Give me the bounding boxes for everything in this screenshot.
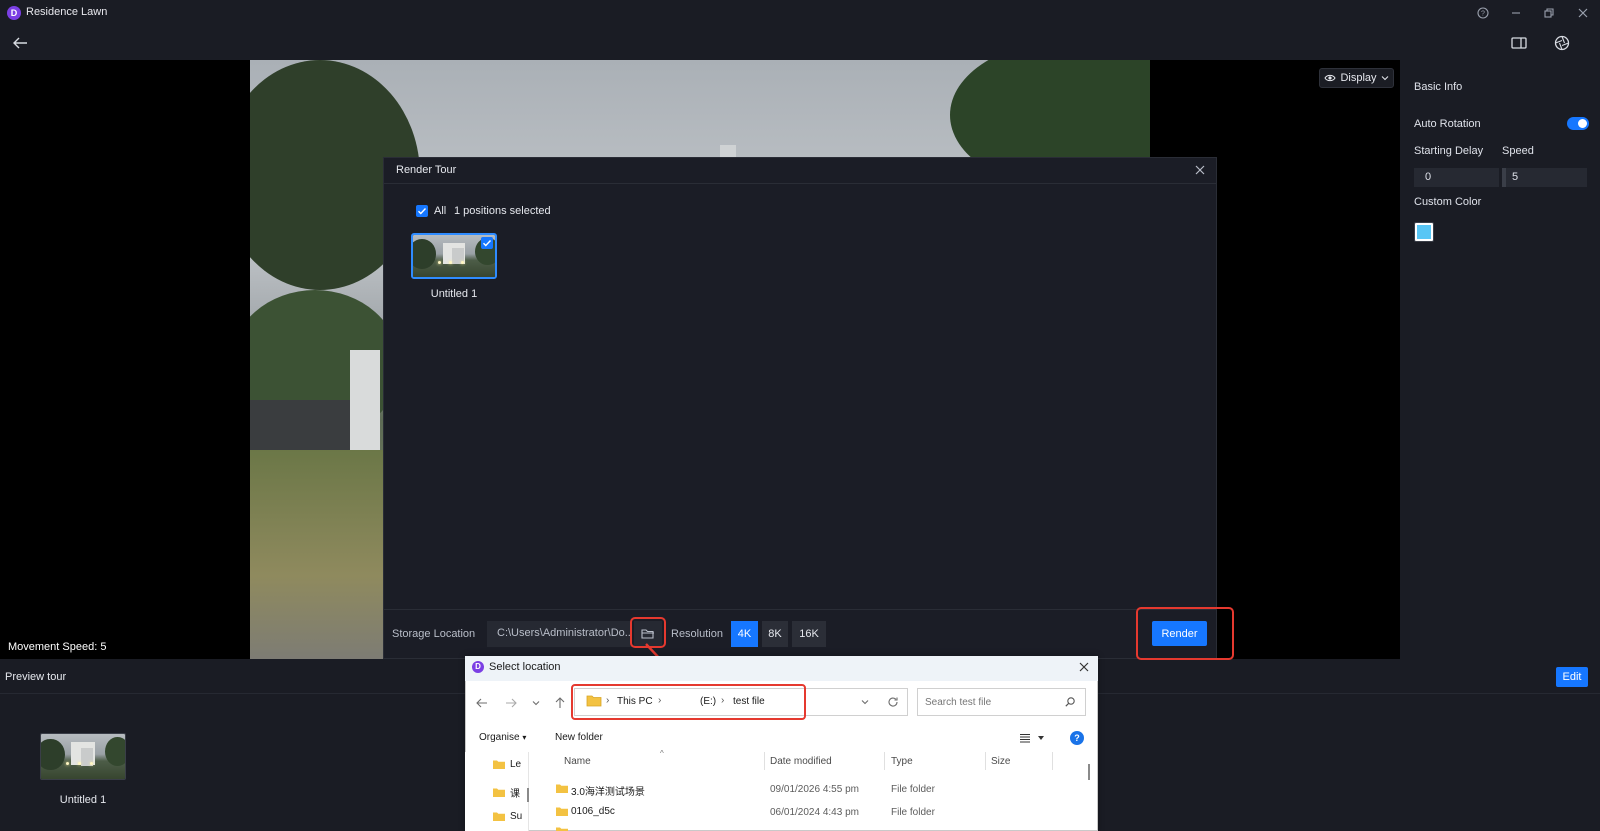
speed-label: Speed — [1502, 145, 1534, 157]
file-date: 09/01/2026 4:55 pm — [770, 784, 859, 795]
panel-toggle-icon[interactable] — [1510, 35, 1528, 51]
file-type: File folder — [891, 784, 935, 795]
svg-text:?: ? — [1481, 11, 1485, 18]
file-row[interactable]: 3.0海洋测试场景 09/01/2026 4:55 pm File folder — [553, 780, 1073, 798]
aperture-icon[interactable] — [1553, 34, 1571, 52]
app-logo-icon: D — [7, 6, 21, 20]
nav-forward-icon[interactable] — [503, 695, 519, 711]
close-window-icon[interactable] — [1575, 5, 1591, 21]
column-divider — [764, 752, 765, 770]
sort-ascending-icon: ^ — [660, 749, 664, 758]
organise-label: Organise — [479, 732, 520, 743]
storage-path-field[interactable]: C:\Users\Administrator\Do... — [487, 621, 632, 647]
tree-item[interactable]: Le — [492, 759, 521, 770]
app-title: Residence Lawn — [26, 6, 108, 18]
top-toolbar — [0, 26, 1600, 60]
folder-icon — [493, 760, 505, 769]
nav-up-icon[interactable] — [552, 695, 568, 711]
address-dropdown-chevron-icon[interactable] — [858, 695, 872, 709]
select-all-label: All — [434, 205, 447, 217]
position-checkbox[interactable] — [481, 237, 493, 249]
close-dialog-icon[interactable] — [1193, 163, 1207, 177]
help-icon[interactable]: ? — [1070, 731, 1084, 745]
list-view-icon — [1020, 734, 1030, 743]
display-label: Display — [1340, 72, 1377, 84]
select-all-checkbox[interactable] — [416, 205, 428, 217]
custom-color-swatch[interactable] — [1414, 222, 1434, 242]
eye-icon — [1324, 74, 1337, 82]
file-name: 3.0海洋测试场景 — [571, 787, 645, 798]
file-list-scrollbar[interactable] — [1088, 764, 1090, 780]
column-size[interactable]: Size — [991, 756, 1010, 767]
storage-location-label: Storage Location — [392, 628, 476, 640]
new-folder-button[interactable]: New folder — [555, 732, 603, 743]
checkmark-icon — [418, 208, 427, 215]
minimize-icon[interactable] — [1508, 5, 1524, 21]
organise-menu[interactable]: Organise ▾ — [479, 732, 526, 743]
column-divider — [884, 752, 885, 770]
column-date-modified[interactable]: Date modified — [770, 756, 832, 767]
selection-count: 1 positions selected — [454, 205, 551, 217]
resolution-8k-button[interactable]: 8K — [762, 621, 788, 647]
tree-item-label: 课 — [510, 789, 520, 800]
tree-item-label: Su — [510, 811, 523, 822]
tree-item[interactable]: Su — [492, 811, 522, 822]
resolution-label: Resolution — [671, 628, 723, 640]
refresh-icon[interactable] — [886, 695, 900, 709]
address-bar-highlight — [571, 684, 806, 720]
auto-rotation-toggle[interactable] — [1567, 117, 1589, 130]
custom-color-label: Custom Color — [1414, 196, 1482, 208]
column-divider — [1052, 752, 1053, 770]
folder-icon — [555, 826, 569, 831]
edit-button[interactable]: Edit — [1556, 667, 1588, 687]
preview-tour-title: Preview tour — [5, 671, 67, 683]
file-row[interactable]: 0106_d5c 06/01/2024 4:43 pm File folder — [553, 803, 1073, 821]
tree-item[interactable]: 课 — [492, 785, 520, 800]
chevron-down-icon — [1381, 76, 1388, 81]
close-icon[interactable] — [1077, 660, 1091, 674]
tree-scrollbar[interactable] — [527, 788, 529, 802]
checkmark-icon — [483, 240, 492, 247]
view-options-button[interactable] — [1019, 731, 1049, 745]
speed-input[interactable]: 5 — [1506, 168, 1587, 187]
folder-icon — [556, 807, 568, 816]
movement-speed-readout: Movement Speed: 5 — [8, 641, 107, 653]
preview-thumbnail-label: Untitled 1 — [59, 794, 107, 806]
file-type: File folder — [891, 807, 935, 818]
render-tour-header — [383, 157, 1217, 184]
starting-delay-input[interactable]: 0 — [1414, 168, 1499, 187]
render-button-highlight — [1136, 607, 1234, 660]
position-label: Untitled 1 — [430, 288, 478, 300]
resolution-4k-button[interactable]: 4K — [731, 621, 758, 647]
column-name[interactable]: Name — [564, 756, 591, 767]
starting-delay-label: Starting Delay — [1414, 145, 1484, 157]
app-logo-icon: D — [472, 661, 484, 673]
nav-back-icon[interactable] — [474, 695, 490, 711]
search-input[interactable]: Search test file — [917, 688, 1086, 716]
back-arrow-icon[interactable] — [11, 35, 29, 51]
select-location-title: Select location — [489, 661, 561, 673]
recent-locations-chevron-icon[interactable] — [528, 695, 544, 711]
display-dropdown[interactable]: Display — [1319, 68, 1394, 88]
auto-rotation-label: Auto Rotation — [1414, 118, 1481, 130]
search-icon[interactable] — [1064, 696, 1076, 708]
render-tour-dialog — [383, 157, 1217, 659]
folder-icon — [556, 784, 568, 793]
resolution-16k-button[interactable]: 16K — [792, 621, 826, 647]
title-bar — [0, 0, 1600, 26]
render-tour-title: Render Tour — [396, 164, 457, 176]
tree-item-label: Le — [510, 759, 522, 770]
basic-info-heading: Basic Info — [1414, 81, 1463, 93]
folder-icon — [493, 812, 505, 821]
preview-thumbnail[interactable] — [40, 733, 126, 780]
column-divider — [985, 752, 986, 770]
restore-icon[interactable] — [1541, 5, 1557, 21]
folder-icon — [493, 788, 505, 797]
help-icon[interactable]: ? — [1475, 5, 1491, 21]
file-name: 0106_d5c — [571, 806, 615, 817]
file-date: 06/01/2024 4:43 pm — [770, 807, 859, 818]
chevron-down-icon — [1038, 736, 1044, 740]
column-type[interactable]: Type — [891, 756, 913, 767]
